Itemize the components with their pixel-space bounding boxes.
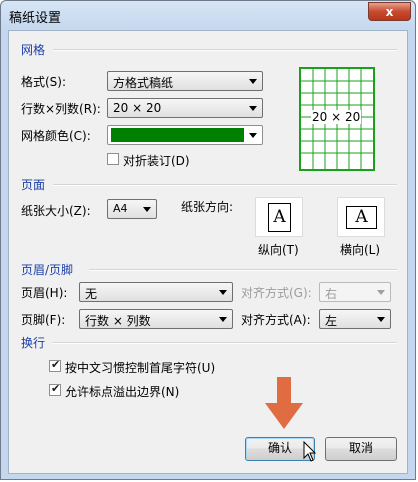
grid-preview-label: 20 × 20 bbox=[311, 110, 362, 124]
grid-color-swatch bbox=[111, 128, 244, 142]
cancel-button[interactable]: 取消 bbox=[325, 437, 397, 461]
dropdown-arrow-icon bbox=[377, 317, 385, 322]
style-select-value: 方格式稿纸 bbox=[113, 76, 174, 90]
landscape-label[interactable]: 横向(L) bbox=[340, 241, 380, 258]
dropdown-arrow-icon bbox=[249, 106, 257, 111]
cancel-button-label: 取消 bbox=[348, 441, 373, 455]
dropdown-arrow-icon bbox=[249, 133, 257, 138]
footer-align-label: 对齐方式(A): bbox=[241, 313, 311, 327]
paper-size-label: 纸张大小(Z): bbox=[21, 204, 91, 218]
rowcol-select-value: 20 × 20 bbox=[113, 101, 162, 115]
header-align-value: 右 bbox=[325, 287, 338, 301]
dropdown-arrow-icon bbox=[143, 207, 151, 212]
portrait-page-icon: A bbox=[268, 203, 291, 232]
style-select[interactable]: 方格式稿纸 bbox=[107, 71, 263, 91]
footer-align-select[interactable]: 左 bbox=[319, 309, 391, 329]
paper-size-select[interactable]: A4 bbox=[107, 199, 157, 219]
header-select[interactable]: 无 bbox=[79, 282, 233, 302]
footer-label: 页脚(F): bbox=[21, 313, 66, 327]
landscape-button[interactable]: A bbox=[337, 197, 385, 237]
paper-size-value: A4 bbox=[113, 202, 128, 215]
footer-align-value: 左 bbox=[325, 314, 338, 328]
section-divider bbox=[53, 184, 397, 186]
footer-select[interactable]: 行数 × 列数 bbox=[79, 309, 233, 329]
mouse-cursor-icon bbox=[303, 441, 317, 462]
fold-binding-checkbox[interactable] bbox=[107, 153, 119, 165]
punctuation-overflow-checkbox[interactable]: ✔ bbox=[49, 382, 61, 396]
style-label: 格式(S): bbox=[21, 75, 67, 89]
chinese-line-rules-label: 按中文习惯控制首尾字符(U) bbox=[65, 361, 216, 375]
dropdown-arrow-icon bbox=[249, 79, 257, 84]
window-title: 稿纸设置 bbox=[9, 11, 62, 26]
check-icon: ✔ bbox=[51, 358, 61, 371]
header-align-label: 对齐方式(G): bbox=[241, 286, 312, 300]
grid-preview: 20 × 20 bbox=[299, 67, 375, 171]
header-select-value: 无 bbox=[85, 287, 98, 301]
dropdown-arrow-icon bbox=[219, 317, 227, 322]
header-align-select[interactable]: 右 bbox=[319, 282, 391, 302]
header-label: 页眉(H): bbox=[21, 286, 68, 300]
section-page-title: 页面 bbox=[21, 178, 46, 192]
ok-button-label: 确认 bbox=[267, 441, 292, 455]
portrait-button[interactable]: A bbox=[255, 197, 303, 237]
grid-color-picker[interactable] bbox=[107, 125, 263, 145]
check-icon: ✔ bbox=[51, 382, 61, 395]
orientation-label: 纸张方向: bbox=[181, 200, 234, 214]
fold-binding-label: 对折装订(D) bbox=[123, 154, 190, 168]
punctuation-overflow-label: 允许标点溢出边界(N) bbox=[65, 385, 180, 399]
rowcol-label: 行数×列数(R): bbox=[21, 102, 101, 116]
section-divider bbox=[53, 49, 397, 51]
section-divider bbox=[53, 342, 397, 344]
section-header-footer-title: 页眉/页脚 bbox=[21, 263, 74, 277]
section-grid-title: 网格 bbox=[21, 43, 46, 57]
dropdown-arrow-icon bbox=[377, 290, 385, 295]
dropdown-arrow-icon bbox=[219, 290, 227, 295]
dialog-body: 网格 格式(S): 方格式稿纸 行数×列数(R): 20 × 20 网格颜色(C… bbox=[8, 30, 408, 474]
landscape-page-icon: A bbox=[346, 206, 377, 229]
rowcol-select[interactable]: 20 × 20 bbox=[107, 98, 263, 118]
section-line-break-title: 换行 bbox=[21, 336, 46, 350]
down-arrow-annotation-icon bbox=[265, 377, 303, 429]
page-setup-dialog: 稿纸设置 x 网格 格式(S): 方格式稿纸 行数×列数(R): 20 × 20… bbox=[0, 0, 416, 480]
portrait-label[interactable]: 纵向(T) bbox=[258, 241, 299, 258]
close-button[interactable]: x bbox=[368, 2, 411, 21]
title-bar[interactable]: 稿纸设置 x bbox=[1, 1, 417, 29]
section-divider bbox=[89, 269, 397, 271]
footer-select-value: 行数 × 列数 bbox=[85, 314, 151, 328]
close-icon: x bbox=[385, 5, 394, 19]
grid-color-label: 网格颜色(C): bbox=[21, 129, 91, 143]
chinese-line-rules-checkbox[interactable]: ✔ bbox=[49, 358, 61, 372]
